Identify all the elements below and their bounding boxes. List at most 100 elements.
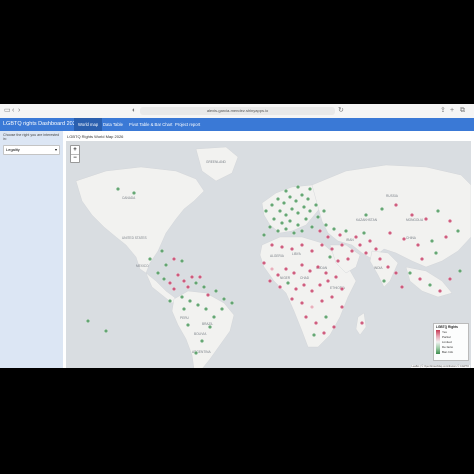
country-marker[interactable] <box>286 281 290 285</box>
country-marker[interactable] <box>204 307 208 311</box>
tab-project-report[interactable]: Project report <box>171 118 204 131</box>
country-marker[interactable] <box>262 233 266 237</box>
country-marker[interactable] <box>364 251 368 255</box>
country-marker[interactable] <box>186 285 190 289</box>
country-marker[interactable] <box>288 219 292 223</box>
country-marker[interactable] <box>340 243 344 247</box>
country-marker[interactable] <box>314 321 318 325</box>
rights-select[interactable]: Legality ▾ <box>3 145 60 155</box>
country-marker[interactable] <box>268 225 272 229</box>
map-canvas[interactable]: CANADA UNITED STATES MEXICO BRAZIL PERU … <box>66 141 471 368</box>
country-marker[interactable] <box>330 247 334 251</box>
country-marker[interactable] <box>340 305 344 309</box>
country-marker[interactable] <box>388 231 392 235</box>
country-marker[interactable] <box>230 301 234 305</box>
country-marker[interactable] <box>444 235 448 239</box>
country-marker[interactable] <box>284 267 288 271</box>
country-marker[interactable] <box>188 299 192 303</box>
country-marker[interactable] <box>190 275 194 279</box>
country-marker[interactable] <box>194 351 198 355</box>
country-marker[interactable] <box>172 287 176 291</box>
country-marker[interactable] <box>180 295 184 299</box>
country-marker[interactable] <box>160 249 164 253</box>
country-marker[interactable] <box>196 303 200 307</box>
country-marker[interactable] <box>374 247 378 251</box>
country-marker[interactable] <box>308 209 312 213</box>
country-marker[interactable] <box>320 243 324 247</box>
country-marker[interactable] <box>340 287 344 291</box>
country-marker[interactable] <box>300 301 304 305</box>
country-marker[interactable] <box>186 323 190 327</box>
country-marker[interactable] <box>164 263 168 267</box>
country-marker[interactable] <box>418 277 422 281</box>
country-marker[interactable] <box>364 213 368 217</box>
country-marker[interactable] <box>278 285 282 289</box>
country-marker[interactable] <box>282 201 286 205</box>
country-marker[interactable] <box>292 231 296 235</box>
country-marker[interactable] <box>326 279 330 283</box>
country-marker[interactable] <box>104 329 108 333</box>
country-marker[interactable] <box>270 243 274 247</box>
country-marker[interactable] <box>324 223 328 227</box>
country-marker[interactable] <box>324 271 328 275</box>
country-marker[interactable] <box>328 255 332 259</box>
country-marker[interactable] <box>316 265 320 269</box>
country-marker[interactable] <box>310 249 314 253</box>
country-marker[interactable] <box>276 273 280 277</box>
country-marker[interactable] <box>344 229 348 233</box>
country-marker[interactable] <box>270 267 274 271</box>
country-marker[interactable] <box>220 307 224 311</box>
country-marker[interactable] <box>162 277 166 281</box>
back-icon[interactable]: ‹ <box>12 107 14 115</box>
country-marker[interactable] <box>176 273 180 277</box>
country-marker[interactable] <box>292 271 296 275</box>
country-marker[interactable] <box>394 203 398 207</box>
country-marker[interactable] <box>314 203 318 207</box>
country-marker[interactable] <box>408 271 412 275</box>
country-marker[interactable] <box>290 247 294 251</box>
country-marker[interactable] <box>382 279 386 283</box>
country-marker[interactable] <box>288 195 292 199</box>
country-marker[interactable] <box>132 191 136 195</box>
country-marker[interactable] <box>316 215 320 219</box>
country-marker[interactable] <box>268 279 272 283</box>
country-marker[interactable] <box>368 239 372 243</box>
country-marker[interactable] <box>290 297 294 301</box>
country-marker[interactable] <box>284 213 288 217</box>
country-marker[interactable] <box>312 333 316 337</box>
country-marker[interactable] <box>434 251 438 255</box>
country-marker[interactable] <box>416 243 420 247</box>
country-marker[interactable] <box>200 339 204 343</box>
country-marker[interactable] <box>182 307 186 311</box>
country-marker[interactable] <box>280 221 284 225</box>
country-marker[interactable] <box>86 319 90 323</box>
country-marker[interactable] <box>310 225 314 229</box>
country-marker[interactable] <box>378 257 382 261</box>
country-marker[interactable] <box>148 257 152 261</box>
country-marker[interactable] <box>430 239 434 243</box>
country-marker[interactable] <box>338 233 342 237</box>
tab-data-table[interactable]: Data Table <box>99 118 127 131</box>
new-tab-icon[interactable]: + <box>450 107 454 115</box>
country-marker[interactable] <box>208 325 212 329</box>
share-icon[interactable]: ⇪ <box>440 107 446 115</box>
forward-icon[interactable]: › <box>18 107 20 115</box>
country-marker[interactable] <box>458 269 462 273</box>
country-marker[interactable] <box>300 263 304 267</box>
country-marker[interactable] <box>448 219 452 223</box>
address-bar[interactable]: alexis-garcia-mendez.shinyapps.io <box>140 107 335 115</box>
country-marker[interactable] <box>320 299 324 303</box>
country-marker[interactable] <box>212 315 216 319</box>
zoom-out-button[interactable]: − <box>71 154 79 162</box>
country-marker[interactable] <box>332 325 336 329</box>
country-marker[interactable] <box>182 279 186 283</box>
country-marker[interactable] <box>116 187 120 191</box>
country-marker[interactable] <box>156 271 160 275</box>
country-marker[interactable] <box>308 187 312 191</box>
country-marker[interactable] <box>410 213 414 217</box>
reload-icon[interactable]: ↻ <box>338 107 344 115</box>
country-marker[interactable] <box>346 257 350 261</box>
country-marker[interactable] <box>294 199 298 203</box>
country-marker[interactable] <box>276 197 280 201</box>
country-marker[interactable] <box>308 269 312 273</box>
